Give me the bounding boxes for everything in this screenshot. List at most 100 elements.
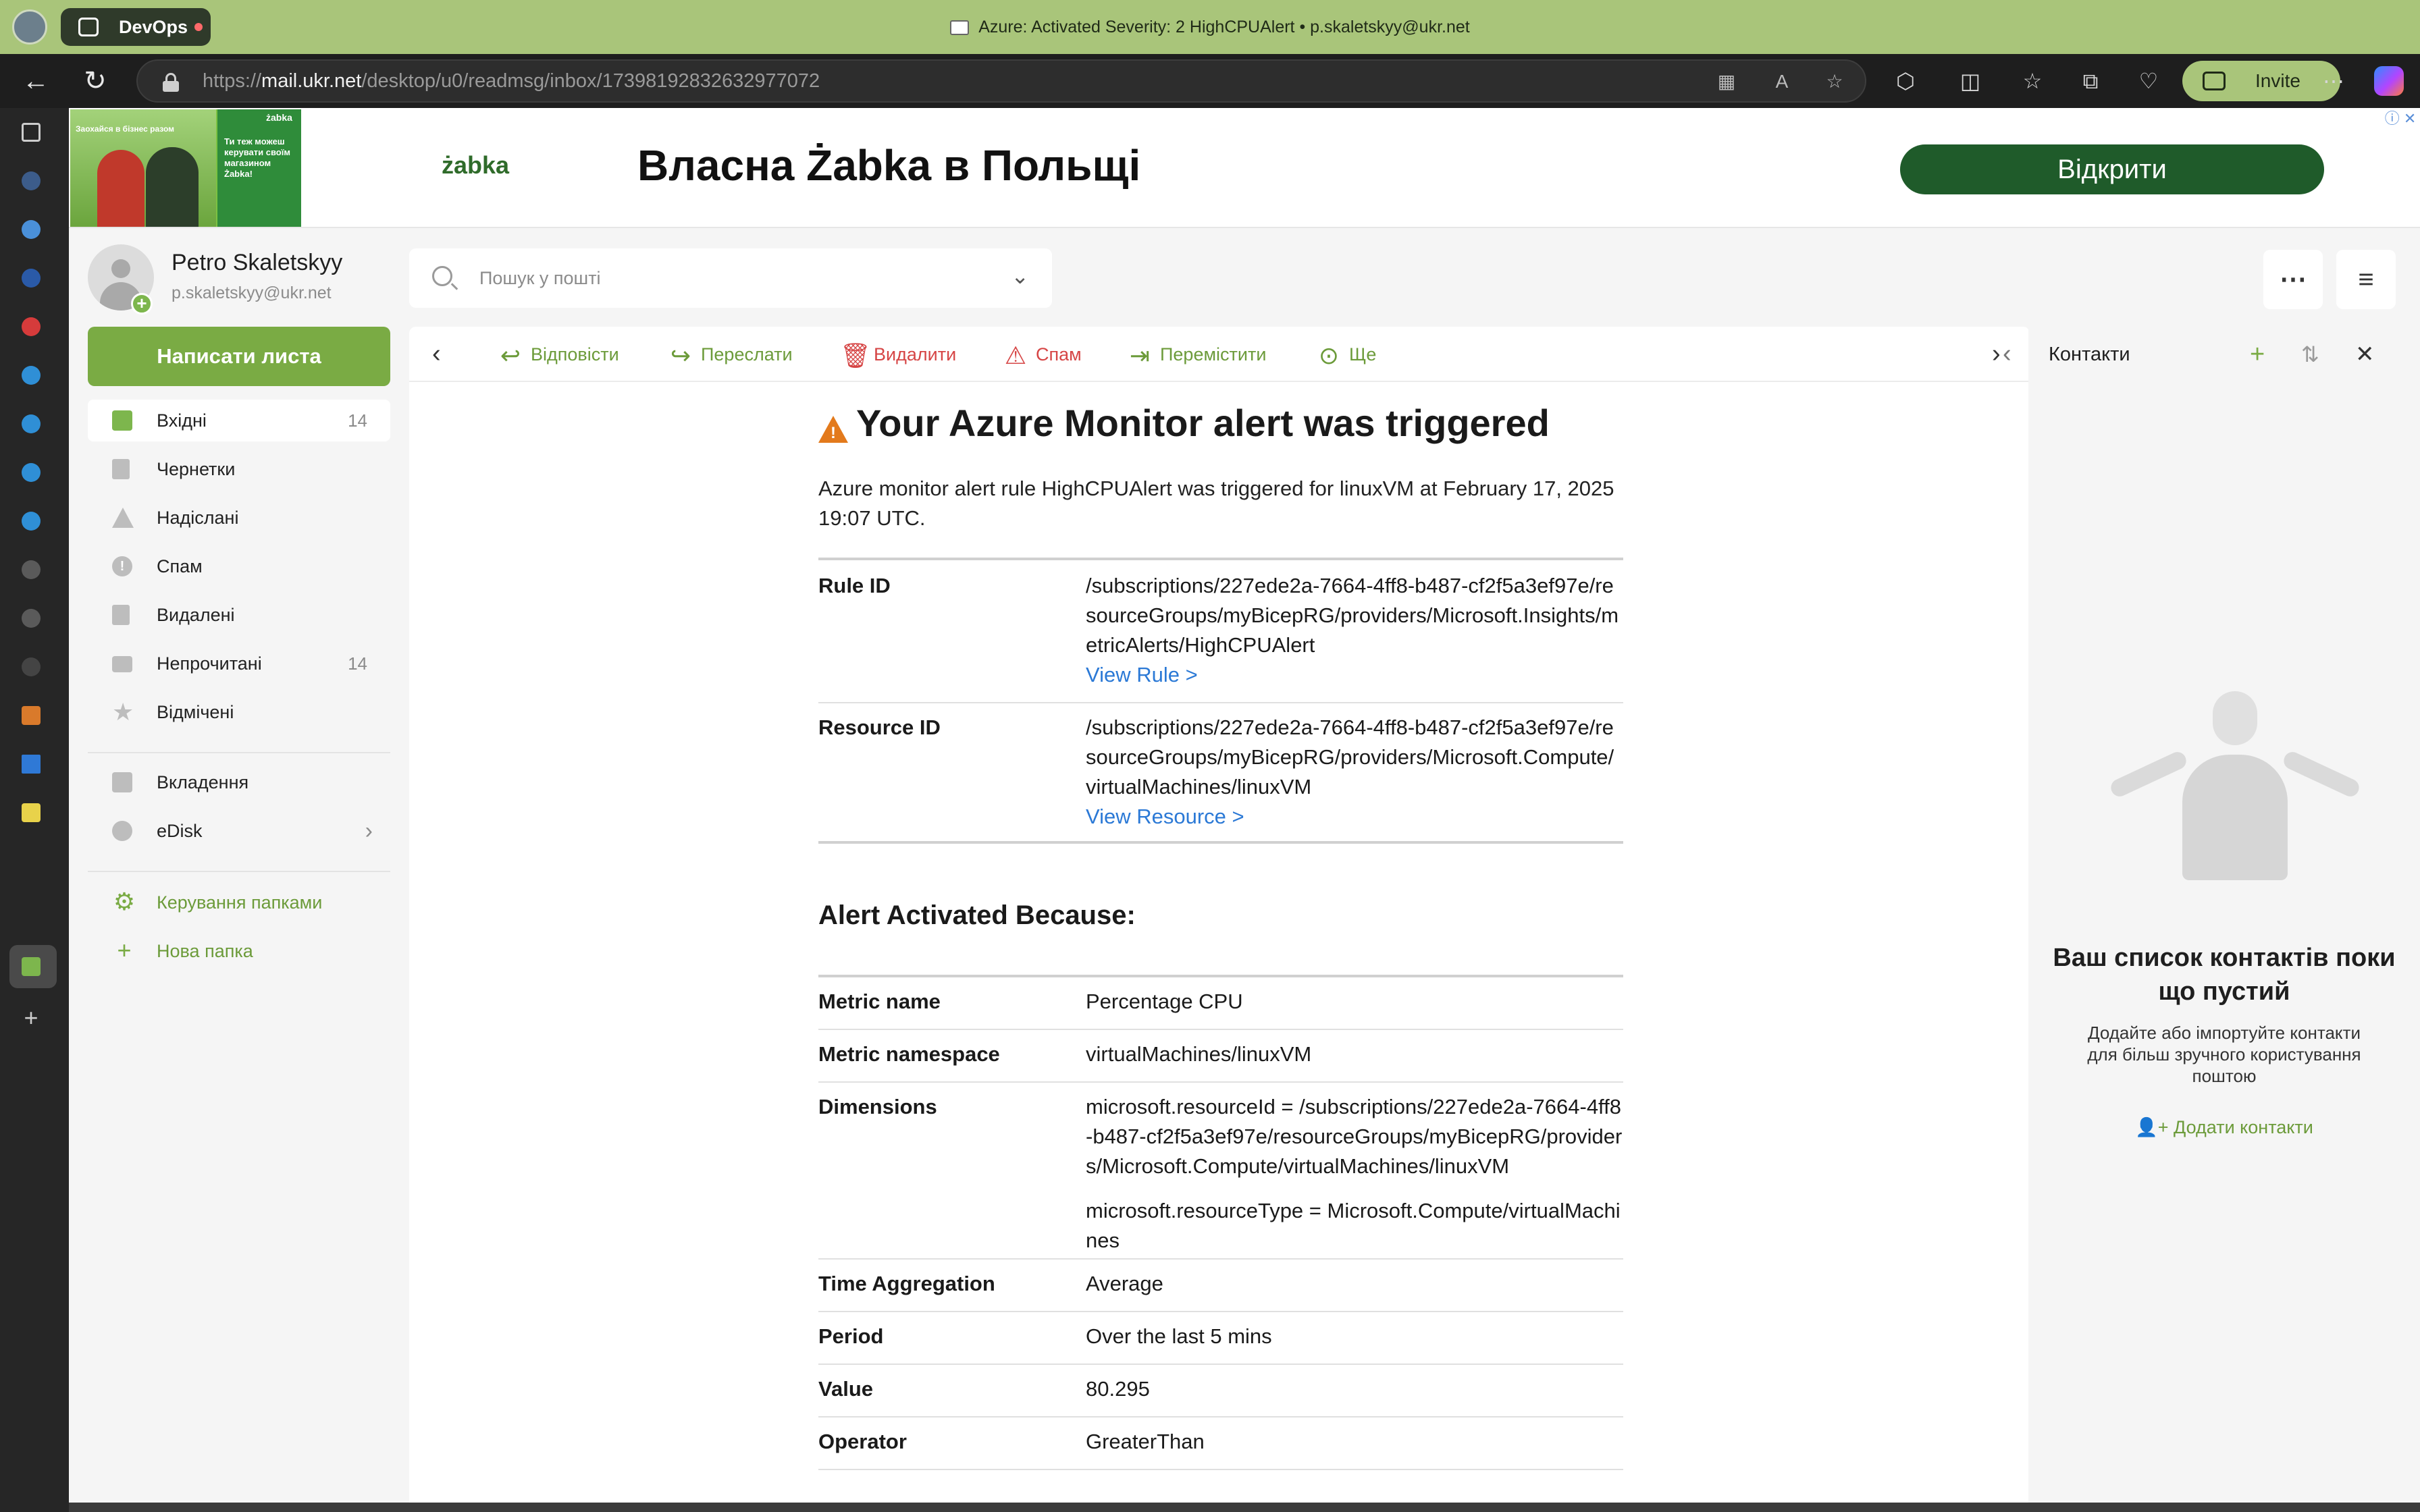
spam-button[interactable]: ⚠ Спам [1002,327,1082,382]
sort-arrows-icon[interactable]: ⇅ [2301,327,2319,382]
detail-value: Percentage CPU [1086,990,1243,1013]
search-tab-icon[interactable] [22,171,41,190]
row-divider [818,1469,1623,1470]
folder-flagged[interactable]: ★ Відмічені [88,691,390,733]
contacts-pane: Контакти + ⇅ ✕ Ваш список контактів поки… [2028,327,2420,1503]
folder-edisk[interactable]: eDisk › [88,810,390,852]
star-icon: ★ [112,698,134,726]
search-input[interactable] [479,262,993,294]
back-to-list-chevron-icon[interactable]: ‹ [432,327,441,382]
folder-unread[interactable]: Непрочитані 14 [88,643,390,684]
azure-tab-icon[interactable] [22,755,41,774]
tab-favicon-icon[interactable] [22,706,41,725]
github-tab-icon[interactable] [22,657,41,676]
new-tab-plus-icon[interactable]: + [22,1006,41,1030]
address-bar[interactable]: https://mail.ukr.net/desktop/u0/readmsg/… [136,59,1866,103]
move-folder-icon: ⇥ [1129,341,1151,369]
ad-open-button[interactable]: Відкрити [1900,144,2324,194]
previous-message-chevron-icon[interactable]: ‹ [2003,327,2011,382]
ad-person [97,150,144,227]
move-button[interactable]: ⇥ Перемістити [1126,327,1267,382]
forward-arrow-icon: ↪ [670,341,691,369]
detail-key: Value [818,1377,873,1401]
tab-favicon-icon[interactable] [22,220,41,239]
extensions-icon[interactable]: ⬡ [1892,68,1919,94]
ad-image[interactable]: Заохайся в бізнес разом Ти теж можеш кер… [70,109,301,227]
collections-icon[interactable]: ⧉ [2077,68,2104,94]
split-screen-icon[interactable]: ◫ [1957,68,1984,94]
app-available-icon[interactable]: ▦ [1715,70,1738,93]
new-folder-link[interactable]: + Нова папка [88,930,390,972]
ad-image-brand: żabka [266,112,292,123]
add-contact-plus-icon[interactable]: + [2250,327,2265,382]
next-message-chevron-icon[interactable]: › [1992,327,2001,382]
folder-label: Видалені [157,605,235,625]
url-text[interactable]: https://mail.ukr.net/desktop/u0/readmsg/… [203,61,820,101]
read-aloud-icon[interactable]: A [1770,70,1793,93]
folder-trash[interactable]: Видалені [88,594,390,636]
favorite-star-icon[interactable]: ☆ [1823,70,1846,93]
tab-favicon-icon[interactable] [22,803,41,822]
folder-sent[interactable]: Надіслані [88,497,390,539]
trash-can-icon [112,605,130,625]
invite-button[interactable]: Invite [2182,61,2340,101]
more-actions-button[interactable]: ⊙ Ще [1315,327,1376,382]
mail-sidebar: + Petro Skaletskyy p.skaletskyy@ukr.net … [69,230,406,1503]
empty-contacts-text: Додайте або імпортуйте контакти для біль… [2087,1023,2361,1086]
tab-favicon-icon[interactable] [22,366,41,385]
reload-icon[interactable]: ↻ [80,66,111,97]
youtube-tab-icon[interactable] [22,317,41,336]
back-arrow-icon[interactable]: ← [20,66,51,97]
view-rule-link[interactable]: View Rule > [1086,663,1198,686]
tab-favicon-icon[interactable] [22,512,41,531]
tab-favicon-icon[interactable] [22,463,41,482]
manage-folders-link[interactable]: ⚙ Керування папками [88,882,390,923]
browser-essentials-icon[interactable]: ♡ [2135,68,2162,94]
empty-contacts-illustration [2108,684,2362,880]
mail-search[interactable]: ⌄ [409,248,1052,308]
view-resource-link[interactable]: View Resource > [1086,805,1244,828]
lock-icon[interactable] [162,73,180,92]
folder-spam[interactable]: ! Спам [88,545,390,587]
settings-ellipsis-icon[interactable]: ⋯ [2320,68,2347,94]
mail-page: Заохайся в бізнес разом Ти теж можеш кер… [69,108,2420,1503]
ukr-net-mail-tab-icon[interactable] [22,957,41,976]
folder-label: Спам [157,556,203,576]
chevron-down-icon[interactable]: ⌄ [1011,263,1029,289]
close-icon[interactable]: ✕ [2355,327,2375,382]
chevron-right-icon[interactable]: › [365,810,373,852]
add-contacts-link[interactable]: 👤+ Додати контакти [2049,1116,2400,1138]
forward-button[interactable]: ↪ Переслати [667,327,793,382]
globe-icon[interactable] [22,609,41,628]
detail-value: 80.295 [1086,1377,1150,1401]
more-options-button[interactable]: ⋯ [2263,250,2323,309]
unread-envelope-icon [112,656,132,672]
account-name[interactable]: Petro Skaletskyy [172,250,342,276]
folder-drafts[interactable]: Чернетки [88,448,390,490]
menu-hamburger-icon[interactable]: ≡ [2336,250,2396,309]
reply-button[interactable]: ↩ Відповісти [497,327,619,382]
row-divider [818,702,1623,703]
ad-banner[interactable]: Заохайся в бізнес разом Ти теж можеш кер… [69,108,2420,228]
globe-icon[interactable] [22,560,41,579]
add-account-plus-icon[interactable]: + [131,293,153,315]
tab-favicon-icon[interactable] [22,269,41,288]
message-toolbar: ‹ ↩ Відповісти ↪ Переслати 🗑 Видалити ⚠ Спам… [409,327,2030,382]
ad-info-close-icon[interactable]: ⓘ ✕ [2381,108,2420,130]
new-folder-label: Нова папка [157,941,253,961]
tab-actions-icon[interactable] [22,123,41,142]
detail-value: Over the last 5 mins [1086,1324,1272,1348]
folder-attachments[interactable]: Вкладення [88,761,390,803]
resource-id-value: /subscriptions/227ede2a-7664-4ff8-b487-c… [1086,713,1623,832]
copilot-icon[interactable] [2374,66,2404,96]
folder-inbox[interactable]: Вхідні 14 [88,400,390,441]
detail-key: Period [818,1324,884,1348]
favorites-icon[interactable]: ☆ [2019,68,2046,94]
url-scheme: https:// [203,70,262,92]
add-person-icon: 👤+ [2135,1117,2174,1137]
forward-label: Переслати [701,344,793,364]
delete-button[interactable]: 🗑 Видалити [840,327,956,382]
search-icon [432,266,452,286]
compose-button[interactable]: Написати листа [88,327,390,386]
tab-favicon-icon[interactable] [22,414,41,433]
